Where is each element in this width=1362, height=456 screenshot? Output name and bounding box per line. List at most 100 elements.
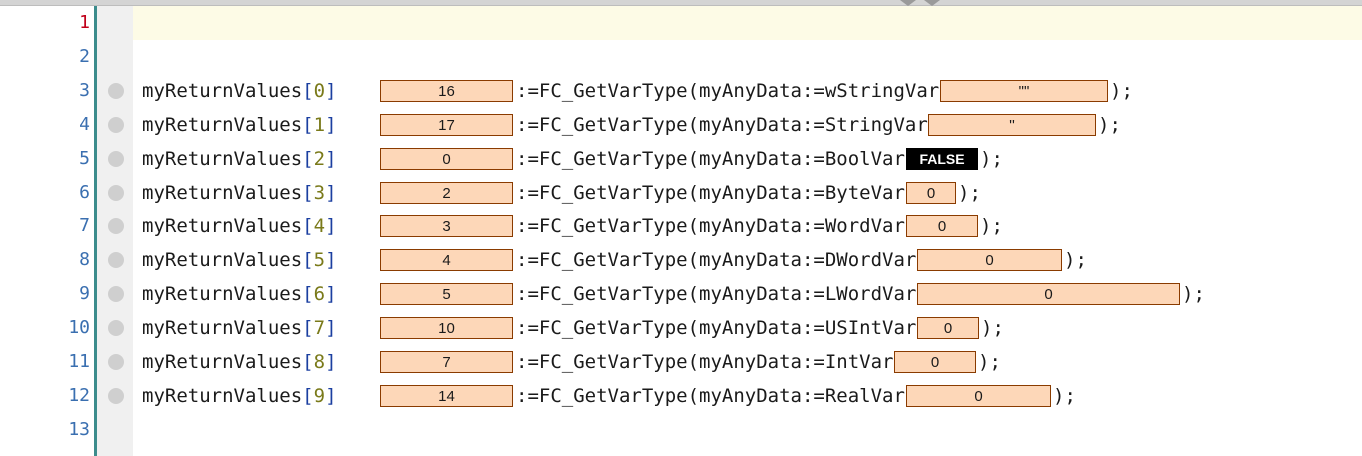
variable-name: myReturnValues (142, 317, 303, 340)
argument-variable: WordVar (824, 215, 905, 238)
bracket-close: ] (325, 317, 337, 340)
array-index: 1 (313, 113, 326, 136)
call-text: :=FC_GetVarType(myAnyData:= (516, 283, 825, 306)
online-value-box[interactable]: 3 (380, 215, 513, 238)
code-line[interactable]: myReturnValues[3] (142, 176, 337, 210)
argument-variable: StringVar (824, 113, 928, 136)
variable-name: myReturnValues (142, 384, 303, 407)
code-line[interactable]: myReturnValues[0] (142, 74, 337, 108)
online-value-box[interactable]: 5 (380, 283, 513, 306)
online-value-box[interactable]: FALSE (906, 147, 978, 170)
argument-variable: LWordVar (824, 283, 917, 306)
online-value-box[interactable]: 0 (906, 181, 956, 204)
current-line-highlight (133, 6, 1362, 40)
variable-name: myReturnValues (142, 79, 303, 102)
line-number: 13 (68, 418, 90, 440)
variable-name: myReturnValues (142, 181, 303, 204)
call-text: :=FC_GetVarType(myAnyData:= (516, 79, 825, 102)
code-line[interactable]: myReturnValues[7] (142, 311, 337, 345)
function-call: :=FC_GetVarType(myAnyData:=wStringVar (516, 74, 939, 108)
breakpoint-marker-icon[interactable] (108, 320, 124, 337)
line-number: 6 (79, 181, 90, 203)
code-line[interactable]: myReturnValues[6] (142, 277, 337, 311)
online-value-box[interactable]: 2 (380, 181, 513, 204)
line-number: 7 (79, 215, 90, 237)
online-value-box[interactable]: 0 (380, 147, 513, 170)
breakpoint-marker-icon[interactable] (108, 150, 124, 167)
call-text: :=FC_GetVarType(myAnyData:= (516, 351, 825, 373)
bracket-close: ] (325, 351, 337, 373)
variable-name: myReturnValues (142, 147, 303, 170)
array-index: 2 (313, 147, 326, 170)
bracket-close: ] (325, 113, 337, 136)
online-value-box[interactable]: 0 (917, 283, 1180, 306)
line-number: 1 (79, 12, 90, 33)
breakpoint-marker-icon[interactable] (108, 387, 124, 404)
function-call: :=FC_GetVarType(myAnyData:=LWordVar (516, 277, 916, 311)
argument-variable: IntVar (824, 351, 894, 373)
function-call: :=FC_GetVarType(myAnyData:=DWordVar (516, 243, 916, 277)
bracket-open: [ (302, 317, 314, 340)
statement-end: ); (1098, 113, 1121, 136)
bracket-open: [ (302, 113, 314, 136)
online-value-box[interactable]: 16 (380, 79, 513, 102)
code-line[interactable]: myReturnValues[1] (142, 108, 337, 142)
call-text: :=FC_GetVarType(myAnyData:= (516, 249, 825, 272)
line-number: 3 (79, 79, 90, 101)
argument-variable: RealVar (824, 384, 905, 407)
bracket-open: [ (302, 79, 314, 102)
breakpoint-marker-icon[interactable] (108, 184, 124, 201)
code-line[interactable]: myReturnValues[5] (142, 243, 337, 277)
line-number: 2 (79, 45, 90, 67)
line-number: 5 (79, 147, 90, 169)
code-line[interactable]: myReturnValues[2] (142, 142, 337, 176)
online-value-box[interactable]: 10 (380, 317, 513, 340)
bracket-open: [ (302, 249, 314, 272)
function-call: :=FC_GetVarType(myAnyData:=RealVar (516, 379, 905, 413)
statement-end: ); (1053, 384, 1076, 407)
bracket-open: [ (302, 147, 314, 170)
function-call: :=FC_GetVarType(myAnyData:=WordVar (516, 209, 905, 243)
online-value-box[interactable]: 17 (380, 113, 513, 136)
call-text: :=FC_GetVarType(myAnyData:= (516, 317, 825, 340)
online-value-box[interactable]: 0 (894, 351, 976, 373)
array-index: 9 (313, 384, 326, 407)
statement-end: ); (1110, 79, 1133, 102)
bracket-open: [ (302, 215, 314, 238)
function-call: :=FC_GetVarType(myAnyData:=ByteVar (516, 176, 905, 210)
array-index: 7 (313, 317, 326, 340)
online-value-box[interactable]: 0 (906, 384, 1051, 407)
line-number: 4 (79, 113, 90, 135)
online-value-box[interactable]: 14 (380, 384, 513, 407)
variable-name: myReturnValues (142, 249, 303, 272)
function-call: :=FC_GetVarType(myAnyData:=IntVar (516, 345, 894, 379)
breakpoint-marker-icon[interactable] (108, 116, 124, 133)
statement-end: ); (980, 215, 1003, 238)
online-value-box[interactable]: 4 (380, 249, 513, 272)
call-text: :=FC_GetVarType(myAnyData:= (516, 147, 825, 170)
code-line[interactable]: myReturnValues[9] (142, 379, 337, 413)
online-value-box[interactable]: 0 (917, 317, 979, 340)
online-value-box[interactable]: "" (940, 79, 1108, 102)
argument-variable: DWordVar (824, 249, 917, 272)
statement-end: ); (978, 351, 1001, 373)
variable-name: myReturnValues (142, 283, 303, 306)
argument-variable: USIntVar (824, 317, 917, 340)
bracket-open: [ (302, 181, 314, 204)
online-value-box[interactable]: 7 (380, 351, 513, 373)
argument-variable: wStringVar (824, 79, 940, 102)
code-line[interactable]: myReturnValues[8] (142, 345, 337, 379)
bracket-close: ] (325, 384, 337, 407)
online-value-box[interactable]: 0 (906, 215, 978, 238)
bracket-close: ] (325, 147, 337, 170)
online-value-box[interactable]: '' (928, 113, 1096, 136)
online-value-box[interactable]: 0 (917, 249, 1062, 272)
breakpoint-marker-icon[interactable] (108, 354, 124, 370)
breakpoint-marker-icon[interactable] (108, 82, 124, 99)
code-line[interactable]: myReturnValues[4] (142, 209, 337, 243)
bracket-close: ] (325, 283, 337, 306)
array-index: 6 (313, 283, 326, 306)
call-text: :=FC_GetVarType(myAnyData:= (516, 181, 825, 204)
argument-variable: BoolVar (824, 147, 905, 170)
statement-end: ); (980, 147, 1003, 170)
